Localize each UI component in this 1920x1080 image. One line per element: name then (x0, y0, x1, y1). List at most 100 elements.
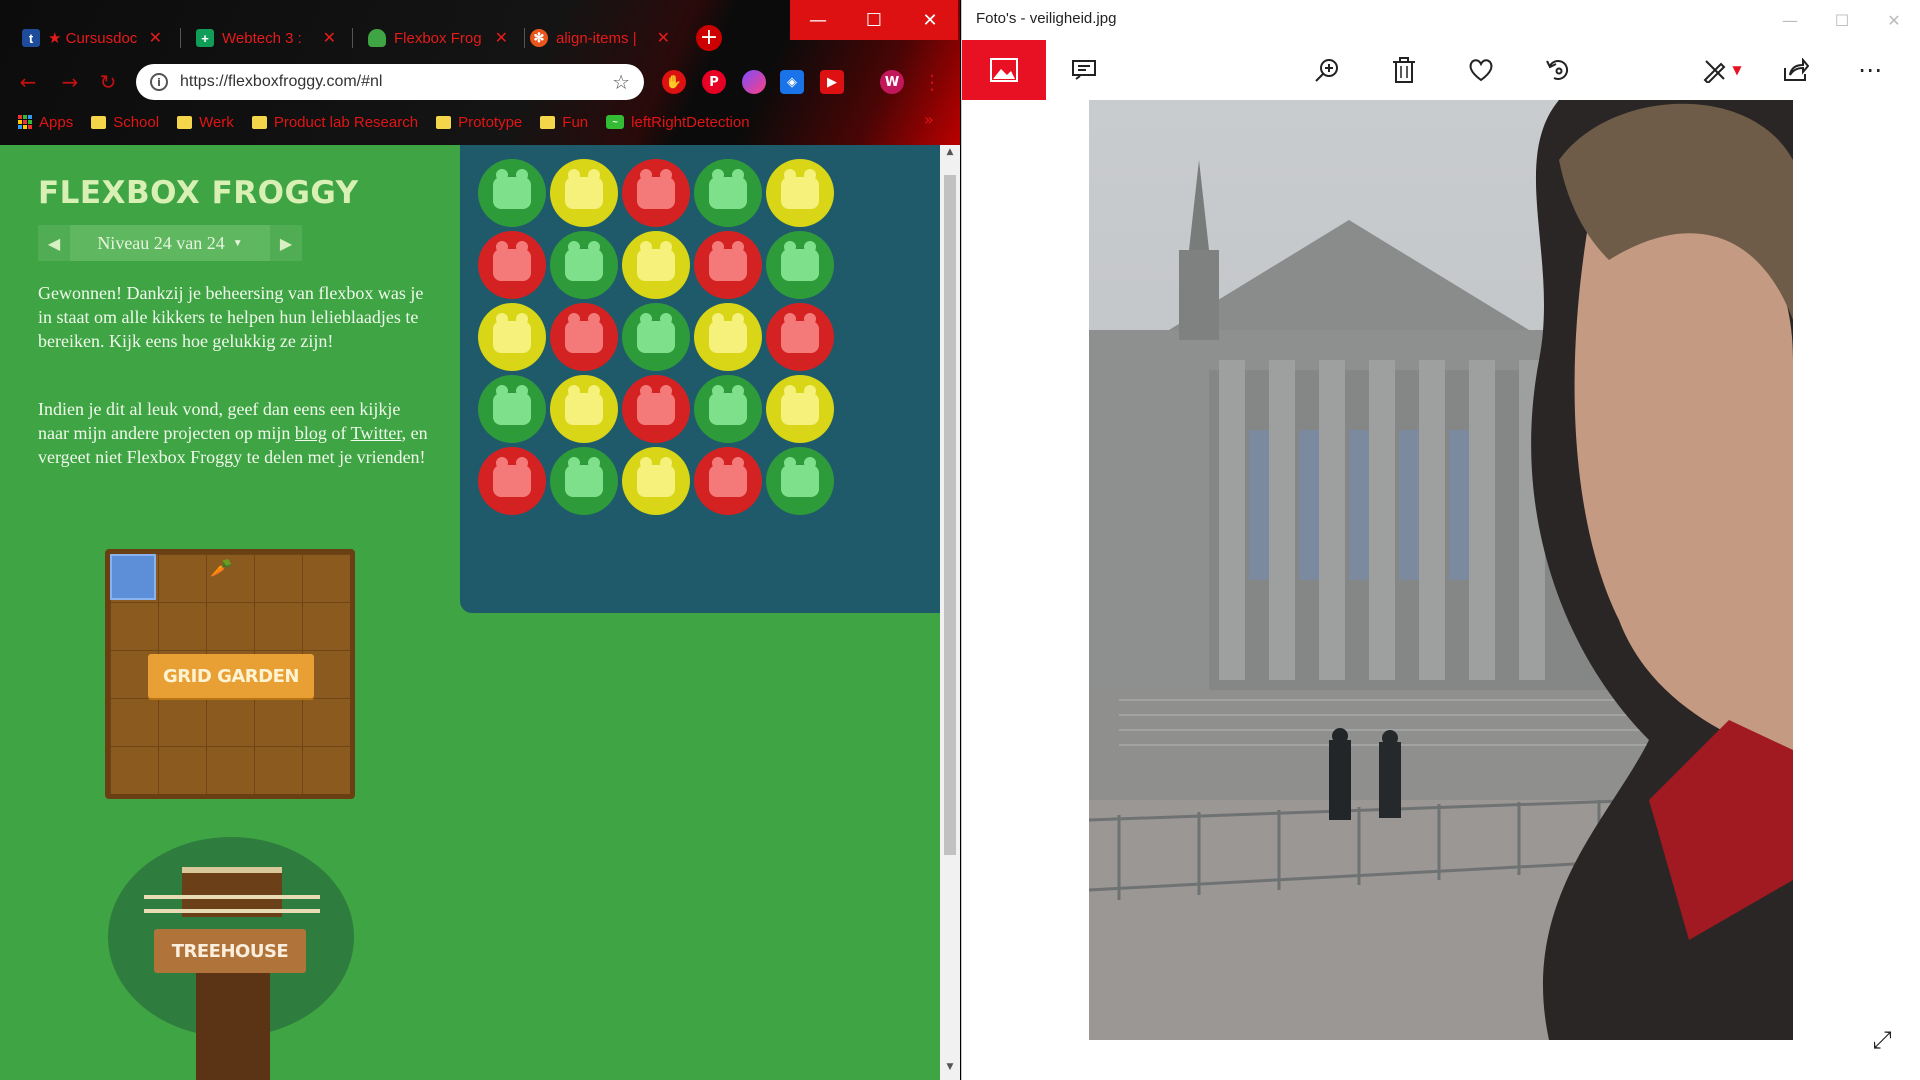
share-icon[interactable] (1776, 50, 1816, 90)
lilypad-green (694, 375, 762, 443)
frog-icon (637, 313, 675, 353)
lilypad-yellow (622, 231, 690, 299)
close-window-button[interactable]: ✕ (1866, 0, 1920, 40)
lilypad-red (766, 303, 834, 371)
rotate-icon[interactable] (1538, 50, 1578, 90)
tab-title: Webtech 3 : (222, 29, 302, 47)
bookmark-star-icon[interactable]: ☆ (612, 70, 630, 94)
frog-icon (565, 457, 603, 497)
bookmarks-overflow-icon[interactable]: » (924, 110, 934, 129)
tab-flexbox-froggy[interactable]: Flexbox Frog ✕ (358, 20, 518, 56)
minimize-button[interactable]: — (790, 0, 846, 40)
frog-icon (781, 313, 819, 353)
frog-icon (493, 241, 531, 281)
frog-icon (368, 29, 386, 47)
browser-chrome: t ★ Cursusdoc ✕ + Webtech 3 : ✕ Flexbox … (0, 0, 960, 145)
water-tile (110, 554, 156, 600)
maximize-button[interactable]: ☐ (846, 0, 902, 40)
chevron-down-icon: ▼ (1732, 63, 1742, 77)
chart-icon: ~ (606, 115, 625, 129)
photo-image (1089, 100, 1793, 1040)
flexbox-froggy-page: FLEXBOX FROGGY ◀ Niveau 24 van 24 ▼ ▶ Ge… (0, 145, 940, 1080)
grid-garden-promo[interactable]: 🥕 GRID GARDEN (105, 549, 355, 799)
dropdown-icon: ▼ (232, 237, 243, 249)
cssplus-icon: ✻ (530, 29, 548, 47)
scroll-up-icon[interactable]: ▲ (940, 147, 960, 163)
close-icon[interactable]: ✕ (495, 28, 508, 48)
media-icon[interactable]: ▶ (820, 70, 844, 94)
adblock-icon[interactable]: ✋ (662, 70, 686, 94)
page-scrollbar[interactable]: ▲ ▼ (940, 145, 960, 1080)
edit-icon[interactable]: ▼ (1692, 50, 1752, 90)
sidebar: FLEXBOX FROGGY ◀ Niveau 24 van 24 ▼ ▶ Ge… (0, 145, 460, 1080)
more-icon[interactable]: ⋯ (1850, 50, 1890, 90)
close-icon[interactable]: ✕ (149, 28, 162, 48)
grid-garden-button[interactable]: GRID GARDEN (148, 654, 314, 698)
photo-toolbar: ▼ ⋯ (962, 40, 1920, 100)
info-icon[interactable]: i (150, 73, 168, 91)
treehouse-promo[interactable]: TREEHOUSE (108, 837, 354, 1080)
slideshow-icon[interactable] (1064, 50, 1104, 90)
frog-icon (709, 241, 747, 281)
forward-button[interactable]: → (56, 68, 84, 96)
bookmark-werk[interactable]: Werk (177, 114, 234, 131)
avatar[interactable]: W (880, 70, 904, 94)
tab-cursusdoc[interactable]: t ★ Cursusdoc ✕ (12, 20, 172, 56)
frog-icon (565, 385, 603, 425)
extension-icon[interactable] (742, 70, 766, 94)
frog-icon (709, 385, 747, 425)
shield-icon[interactable]: ◈ (780, 70, 804, 94)
tab-align-items[interactable]: ✻ align-items | ✕ (520, 20, 680, 56)
minimize-button[interactable]: — (1762, 0, 1818, 40)
back-button[interactable]: ← (14, 68, 42, 96)
close-icon[interactable]: ✕ (323, 28, 336, 48)
bookmark-fun[interactable]: Fun (540, 114, 588, 131)
frog-icon (637, 241, 675, 281)
tree-trunk (196, 957, 270, 1080)
delete-icon[interactable] (1384, 50, 1424, 90)
close-window-button[interactable]: ✕ (902, 0, 958, 40)
see-all-photos-button[interactable] (962, 40, 1046, 100)
bookmark-prototype[interactable]: Prototype (436, 114, 522, 131)
bookmark-label: Fun (562, 113, 589, 131)
twitter-link[interactable]: Twitter (351, 423, 402, 443)
bookmark-label: School (113, 113, 160, 131)
address-bar[interactable]: i https://flexboxfroggy.com/#nl ☆ (136, 64, 644, 100)
lilypad-green (766, 447, 834, 515)
next-level-button[interactable]: ▶ (270, 225, 302, 261)
tab-title: ★ Cursusdoc (48, 30, 138, 47)
favorite-icon[interactable] (1461, 50, 1501, 90)
scrollbar-thumb[interactable] (944, 175, 956, 855)
menu-icon[interactable]: ⋮ (918, 68, 946, 96)
expand-icon[interactable]: ⤢ (1862, 1020, 1902, 1060)
pinterest-icon[interactable]: P (702, 70, 726, 94)
bookmark-label: Apps (39, 113, 74, 131)
chrome-window: t ★ Cursusdoc ✕ + Webtech 3 : ✕ Flexbox … (0, 0, 960, 1080)
frog-icon (709, 313, 747, 353)
close-icon[interactable]: ✕ (657, 28, 670, 48)
scroll-down-icon[interactable]: ▼ (940, 1062, 960, 1078)
bookmark-label: Prototype (458, 113, 523, 131)
folder-icon (540, 115, 556, 129)
prev-level-button[interactable]: ◀ (38, 225, 70, 261)
bookmark-leftrightdetection[interactable]: ~ leftRightDetection (606, 114, 750, 131)
lilypad-green (694, 159, 762, 227)
treehouse-button[interactable]: TREEHOUSE (154, 929, 306, 973)
zoom-icon[interactable] (1307, 50, 1347, 90)
reload-button[interactable]: ↻ (94, 68, 122, 96)
lilypad-red (478, 231, 546, 299)
bookmark-school[interactable]: School (91, 114, 159, 131)
bookmark-product-lab[interactable]: Product lab Research (251, 114, 418, 131)
bookmark-apps[interactable]: Apps (18, 114, 73, 131)
level-select[interactable]: Niveau 24 van 24 ▼ (70, 225, 270, 261)
url-text[interactable]: https://flexboxfroggy.com/#nl (180, 73, 600, 91)
new-tab-button[interactable]: + (696, 25, 722, 51)
frog-icon (565, 169, 603, 209)
lilypad-green (766, 231, 834, 299)
blog-link[interactable]: blog (295, 423, 327, 443)
maximize-button[interactable]: ☐ (1814, 0, 1870, 40)
lilypad-red (622, 375, 690, 443)
win-message: Gewonnen! Dankzij je beheersing van flex… (38, 283, 424, 351)
tab-webtech[interactable]: + Webtech 3 : ✕ (186, 20, 346, 56)
reichstag-selfie-photo (1089, 100, 1793, 1040)
